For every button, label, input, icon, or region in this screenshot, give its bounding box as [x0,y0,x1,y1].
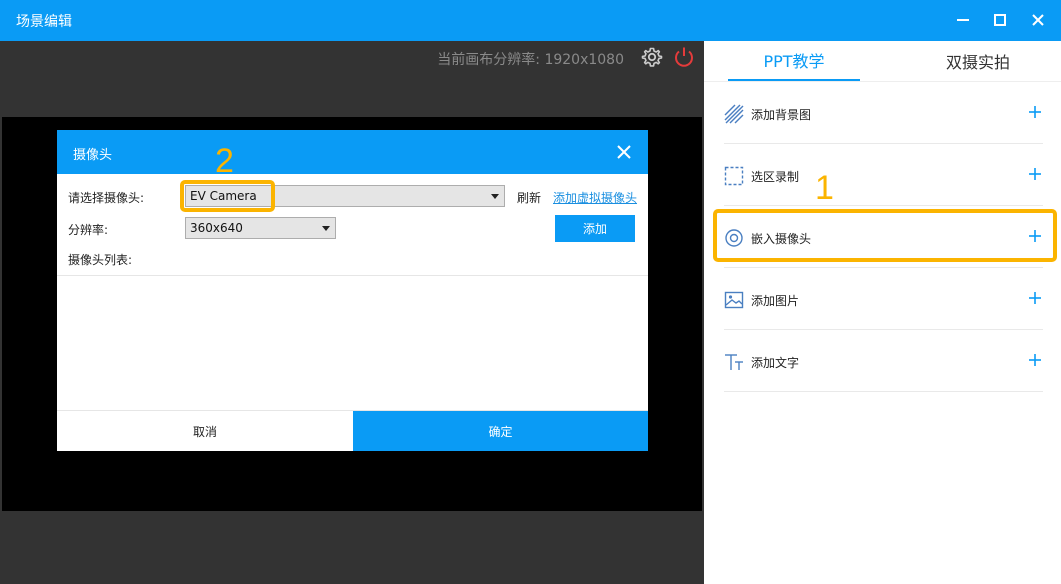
canvas-resolution-text: 当前画布分辨率: 1920x1080 [437,52,624,68]
list-item-label: 添加背景图 [751,108,812,122]
settings-button[interactable] [641,46,663,68]
close-icon [1032,14,1044,26]
tab-dual-camera[interactable]: 双摄实拍 [912,41,1044,81]
close-icon [617,145,631,159]
add-virtual-camera-link[interactable]: 添加虚拟摄像头 [553,189,637,206]
annotation-number-2: 2 [215,142,234,180]
dropdown-arrow-icon [491,194,499,199]
list-item-label: 添加图片 [751,294,800,308]
text-icon [725,354,743,370]
dialog-title: 摄像头 [73,148,113,163]
right-panel: PPT教学 双摄实拍 添加背景图 选区录制 嵌入摄像头 添加图片 添加文字 [704,41,1061,584]
refresh-button[interactable]: 刷新 [517,189,541,206]
annotation-number-1: 1 [815,169,834,207]
maximize-icon [994,14,1006,26]
region-select-icon [724,166,744,186]
dropdown-arrow-icon [322,226,330,231]
resolution-label: 分辨率: [68,223,109,237]
add-camera-button[interactable]: 添加 [555,215,635,242]
power-icon [675,47,693,67]
list-item-label: 添加文字 [751,356,800,370]
list-item-add-background[interactable]: 添加背景图 [724,82,1043,144]
list-item-region-record[interactable]: 选区录制 [724,144,1043,206]
dialog-header: 摄像头 [57,130,648,174]
dialog-close-button[interactable] [614,142,634,162]
list-item-add-text[interactable]: 添加文字 [724,330,1043,392]
plus-icon[interactable] [1027,290,1043,306]
highlight-box-camera-select [180,180,275,212]
ok-button[interactable]: 确定 [353,411,648,451]
resolution-select[interactable]: 360x640 [185,217,336,239]
gear-icon [641,47,663,67]
plus-icon[interactable] [1027,352,1043,368]
plus-icon[interactable] [1027,166,1043,182]
close-window-button[interactable] [1023,5,1053,35]
plus-icon[interactable] [1027,104,1043,120]
dialog-footer: 取消 确定 [57,410,648,451]
camera-list-label: 摄像头列表: [68,253,133,267]
power-button[interactable] [672,45,696,69]
cancel-button[interactable]: 取消 [57,411,353,451]
window-title: 场景编辑 [16,14,72,30]
highlight-box-embed-camera [713,209,1057,262]
list-item-label: 选区录制 [751,170,800,184]
minimize-button[interactable] [948,5,978,35]
minimize-icon [957,19,969,21]
camera-dialog: 摄像头 请选择摄像头: EV Camera 刷新 添加虚拟摄像头 分辨率: 36… [57,130,648,451]
tab-ppt-teaching[interactable]: PPT教学 [728,41,860,81]
resolution-select-value: 360x640 [190,221,243,235]
image-icon [724,291,744,309]
background-icon [724,104,744,124]
title-bar: 场景编辑 [0,0,1061,41]
divider [57,275,648,276]
maximize-button[interactable] [985,5,1015,35]
camera-select-label: 请选择摄像头: [68,191,145,205]
list-item-add-image[interactable]: 添加图片 [724,268,1043,330]
